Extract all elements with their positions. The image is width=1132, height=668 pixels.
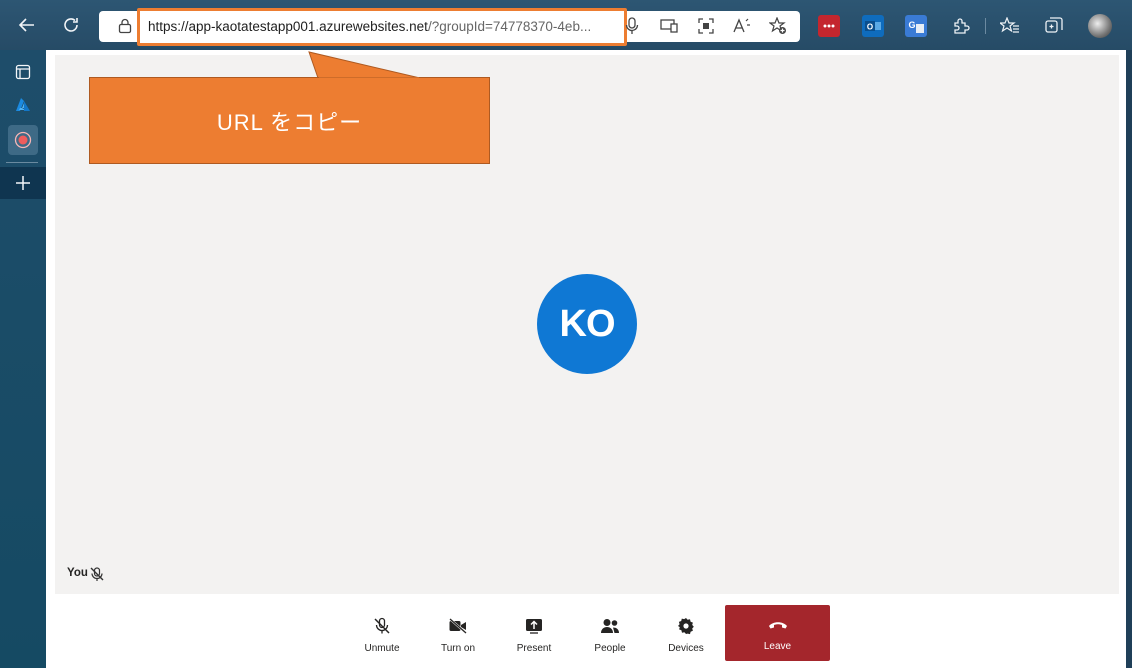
svg-text:G: G [908,20,915,30]
azure-icon[interactable] [8,90,38,120]
record-icon[interactable] [8,125,38,155]
self-label: You [67,567,88,579]
callout-text: URL をコピー [216,109,363,135]
qr-code-icon[interactable] [696,16,716,36]
refresh-icon[interactable] [56,10,86,40]
cast-icon[interactable] [659,16,679,36]
people-icon [599,615,621,637]
outlook-icon[interactable]: O [862,15,884,37]
people-button[interactable]: People [580,605,640,661]
muted-mic-icon [89,566,105,582]
browser-sidebar [0,50,46,668]
toolbar-divider [985,18,986,34]
svg-text:O: O [867,23,873,32]
gear-icon [675,615,697,637]
extensions-icon[interactable] [949,14,973,38]
camera-off-icon [447,615,469,637]
url-host: https://app-kaotatestapp001.azurewebsite… [148,19,428,34]
turn-on-camera-button[interactable]: Turn on [428,605,488,661]
hang-up-icon [768,617,788,635]
devices-button[interactable]: Devices [656,605,716,661]
add-icon[interactable] [8,168,38,198]
turn-on-label: Turn on [440,643,476,654]
share-screen-icon [523,615,545,637]
mic-off-icon [371,615,393,637]
participant-avatar: KO [537,274,637,374]
collections-icon[interactable] [1042,14,1066,38]
present-label: Present [516,643,552,654]
leave-button[interactable]: Leave [725,605,830,661]
people-label: People [594,643,626,654]
favorites-icon[interactable] [998,14,1022,38]
back-icon[interactable] [12,10,42,40]
extension-red-icon[interactable] [818,15,840,37]
devices-label: Devices [668,643,704,654]
lock-icon[interactable] [118,18,132,34]
unmute-button[interactable]: Unmute [352,605,412,661]
microphone-icon[interactable] [622,16,642,36]
unmute-label: Unmute [364,643,400,654]
tab-actions-icon[interactable] [8,57,38,87]
add-favorite-icon[interactable] [768,16,788,36]
browser-toolbar: https://app-kaotatestapp001.azurewebsite… [0,0,1132,50]
translate-icon[interactable]: G [905,15,927,37]
profile-avatar[interactable] [1088,14,1112,38]
url-text[interactable]: https://app-kaotatestapp001.azurewebsite… [148,19,618,34]
leave-label: Leave [763,641,792,652]
read-aloud-icon[interactable] [732,16,752,36]
present-button[interactable]: Present [504,605,564,661]
sidebar-divider [6,162,38,163]
url-path: /?groupId=74778370-4eb... [427,19,592,34]
